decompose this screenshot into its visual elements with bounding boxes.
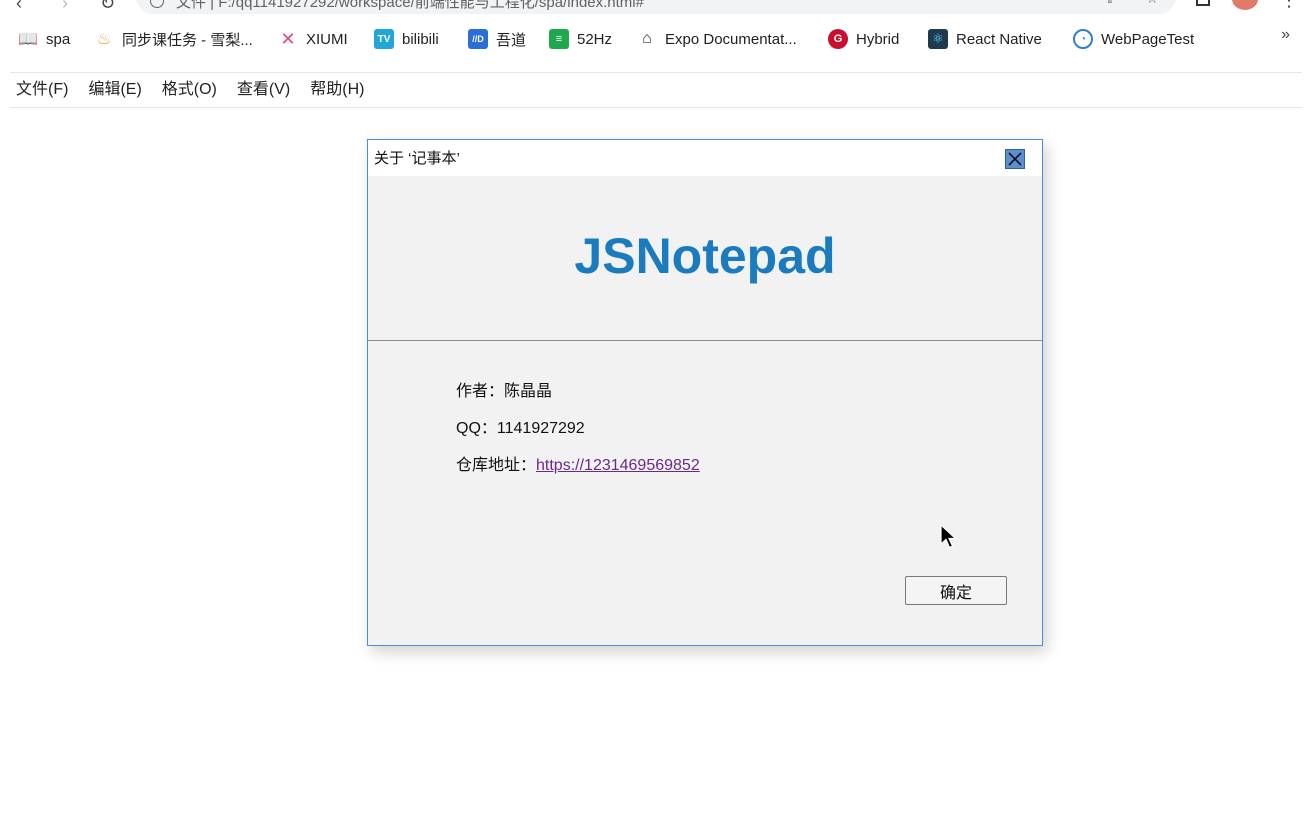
menu-help[interactable]: 帮助(H) (310, 80, 364, 100)
book-icon: 📖 (18, 31, 38, 48)
bookmark-label: React Native (956, 30, 1042, 48)
menu-view[interactable]: 查看(V) (237, 80, 290, 100)
bookmarks-more-icon[interactable]: » (1281, 26, 1290, 44)
flame-icon: ♨ (96, 31, 112, 48)
author-row: 作者：陈晶晶 (456, 382, 552, 402)
app-menubar: 文件(F) 编辑(E) 格式(O) 查看(V) 帮助(H) (10, 72, 1302, 108)
info-icon[interactable] (150, 0, 164, 8)
menu-edit[interactable]: 编辑(E) (88, 80, 141, 100)
ok-button[interactable]: 确定 (905, 576, 1007, 605)
bookmark-tongbu[interactable]: ♨ 同步课任务 - 雪梨... (94, 24, 253, 54)
bookmark-label: XIUMI (306, 30, 348, 48)
browser-toolbar: ‹ › ↻ 文件 | F:/qq1141927292/workspace/前端性… (0, 0, 1312, 18)
bookmark-webpagetest[interactable]: ◔ WebPageTest (1073, 24, 1194, 54)
avatar[interactable] (1232, 0, 1258, 10)
share-icon[interactable]: ⇪ (1104, 0, 1116, 7)
dialog-divider (368, 340, 1042, 341)
bookmark-52hz[interactable]: ≡ 52Hz (549, 24, 612, 54)
reload-icon[interactable]: ↻ (100, 0, 115, 12)
address-bar[interactable]: 文件 | F:/qq1141927292/workspace/前端性能与工程化/… (136, 0, 1176, 14)
bookmark-expo[interactable]: ⌂ Expo Documentat... (637, 24, 797, 54)
menu-file[interactable]: 文件(F) (16, 80, 68, 100)
hybrid-icon: G (828, 29, 848, 49)
bookmark-bilibili[interactable]: TV bilibili (374, 24, 439, 54)
back-icon[interactable]: ‹ (16, 0, 22, 12)
bookmarks-bar: 📖 spa ♨ 同步课任务 - 雪梨... ✕ XIUMI TV bilibil… (0, 24, 1312, 54)
bookmark-xiumi[interactable]: ✕ XIUMI (278, 24, 348, 54)
bookmark-label: 吾道 (496, 31, 527, 49)
bookmark-label: 同步课任务 - 雪梨... (122, 31, 253, 49)
menu-format[interactable]: 格式(O) (162, 80, 217, 100)
qq-label: QQ： (456, 420, 497, 437)
repo-label: 仓库地址： (456, 457, 537, 474)
forward-icon[interactable]: › (62, 0, 68, 12)
webpagetest-icon: ◔ (1073, 29, 1093, 49)
bilibili-icon: TV (374, 29, 394, 49)
menu-dots-icon[interactable]: ⋮ (1280, 0, 1298, 11)
repo-row: 仓库地址：https://1231469569852 (456, 456, 700, 476)
dialog-title: 关于 ‘记事本’ (374, 150, 460, 167)
address-text: 文件 | F:/qq1141927292/workspace/前端性能与工程化/… (176, 0, 644, 11)
dialog-titlebar[interactable]: 关于 ‘记事本’ (368, 140, 1042, 176)
bookmark-label: spa (46, 30, 71, 48)
repo-link[interactable]: https://1231469569852 (536, 457, 700, 474)
extensions-icon[interactable] (1196, 0, 1210, 6)
bookmark-wudao[interactable]: //D 吾道 (468, 24, 526, 54)
react-icon: ⚛ (928, 29, 948, 49)
about-dialog: 关于 ‘记事本’ JSNotepad 作者：陈晶晶 QQ：1141927292 … (367, 139, 1043, 646)
bookmark-spa[interactable]: 📖 spa (18, 24, 70, 54)
qq-value: 1141927292 (496, 420, 585, 437)
wudao-icon: //D (468, 29, 488, 49)
bookmark-label: Expo Documentat... (665, 30, 797, 48)
bookmark-label: Hybrid (856, 30, 900, 48)
app-brand-title: JSNotepad (574, 228, 836, 284)
mouse-cursor-icon (940, 524, 958, 549)
bookmark-hybrid[interactable]: G Hybrid (828, 24, 899, 54)
close-icon (1008, 152, 1022, 166)
expo-icon: ⌂ (642, 30, 652, 47)
author-label: 作者： (456, 383, 505, 400)
author-value: 陈晶晶 (504, 383, 553, 400)
bookmark-label: 52Hz (577, 30, 613, 48)
star-icon[interactable]: ☆ (1146, 0, 1159, 7)
xiumi-icon: ✕ (280, 28, 296, 49)
close-button[interactable] (1005, 149, 1025, 169)
sheet-icon: ≡ (549, 29, 569, 49)
bookmark-label: WebPageTest (1101, 30, 1195, 48)
bookmark-react-native[interactable]: ⚛ React Native (928, 24, 1042, 54)
bookmark-label: bilibili (402, 30, 439, 48)
qq-row: QQ：1141927292 (456, 419, 585, 439)
